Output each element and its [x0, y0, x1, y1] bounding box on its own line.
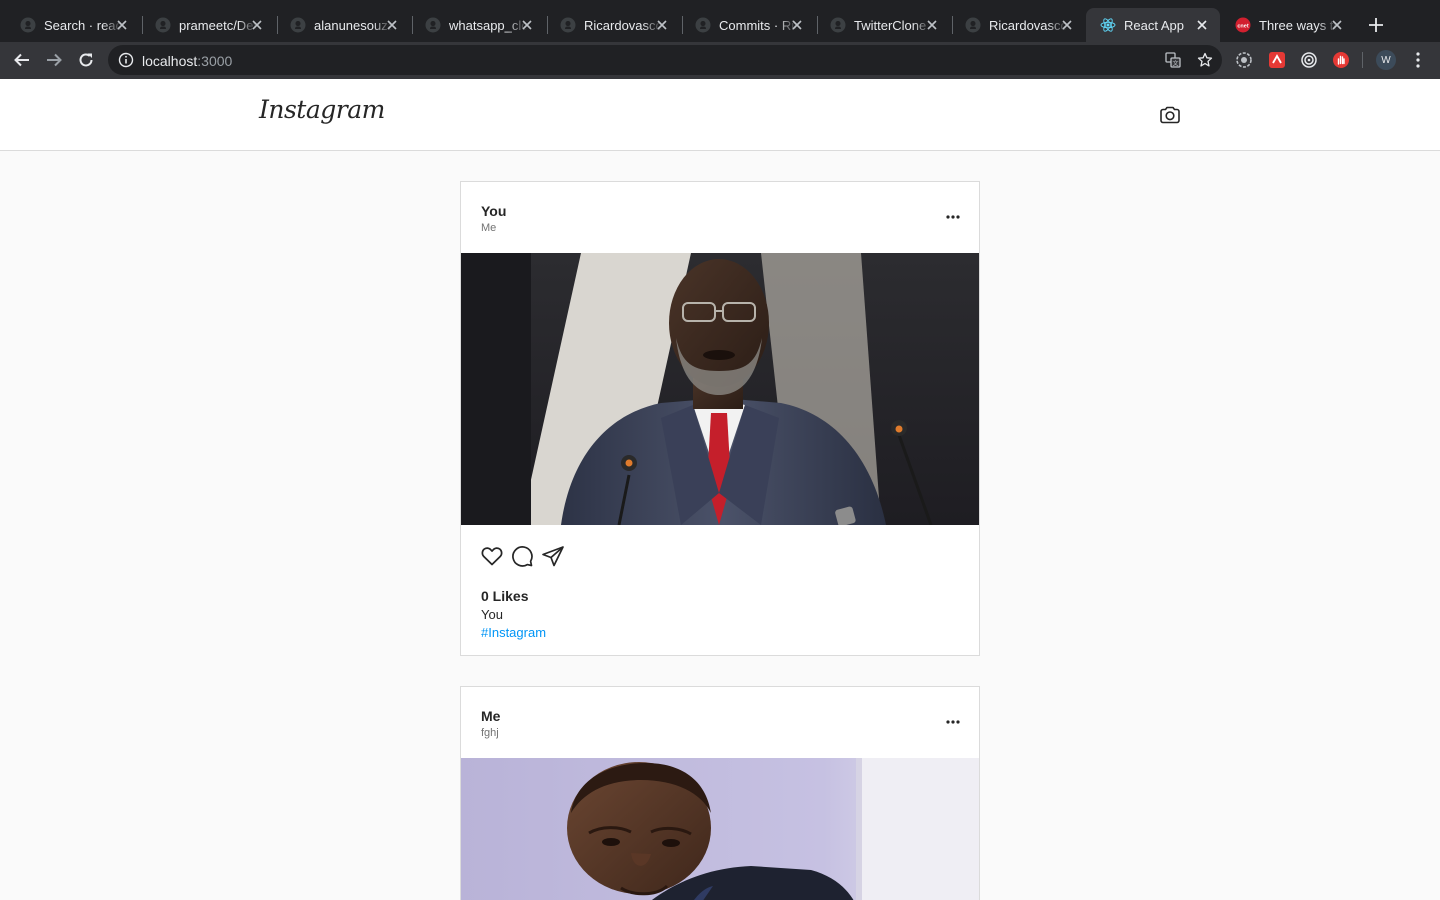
translate-icon[interactable]: 文: [1163, 50, 1183, 70]
tab-prameetc[interactable]: prameetc/Dev: [141, 8, 275, 42]
caption-username[interactable]: You: [481, 607, 503, 622]
tab-title: whatsapp_clone: [449, 17, 527, 33]
more-options-icon[interactable]: [943, 209, 963, 225]
github-icon: [830, 17, 846, 33]
github-icon: [290, 17, 306, 33]
close-icon[interactable]: [384, 17, 400, 33]
forward-button[interactable]: [42, 48, 66, 72]
url-port: :3000: [197, 53, 233, 69]
tab-title: Ricardovasconcelos: [989, 17, 1067, 33]
profile-avatar[interactable]: W: [1376, 50, 1396, 70]
comment-icon[interactable]: [510, 544, 534, 568]
svg-text:文: 文: [1172, 59, 1178, 67]
url-text: localhost:3000: [142, 53, 232, 69]
close-icon[interactable]: [924, 17, 940, 33]
tab-title: Commits · Ricardo: [719, 17, 797, 33]
close-icon[interactable]: [654, 17, 670, 33]
close-icon[interactable]: [519, 17, 535, 33]
github-icon: [560, 17, 576, 33]
close-icon[interactable]: [789, 17, 805, 33]
tab-ricardovasconcelos-2[interactable]: Ricardovasconcelos: [951, 8, 1085, 42]
more-options-icon[interactable]: [943, 714, 963, 730]
post-username[interactable]: Me: [481, 708, 500, 724]
browser-tab-strip: Search · react-instagram prameetc/Dev al…: [0, 0, 1440, 42]
extension-red-icon[interactable]: [1267, 50, 1287, 70]
hashtag-link[interactable]: #Instagram: [481, 625, 546, 640]
tab-ricardovasconcelos-1[interactable]: Ricardovasconcelos: [546, 8, 680, 42]
tab-title: Ricardovasconcelos: [584, 17, 662, 33]
post-location: Me: [481, 222, 497, 234]
extension-gear-icon[interactable]: [1234, 50, 1254, 70]
tab-title: TwitterClone: [854, 17, 927, 33]
close-icon[interactable]: [1329, 17, 1345, 33]
tab-alanunesouza[interactable]: alanunesouza: [276, 8, 410, 42]
svg-text:cnet: cnet: [1237, 24, 1248, 30]
extension-target-icon[interactable]: [1299, 50, 1319, 70]
tab-react-app[interactable]: React App: [1086, 8, 1220, 42]
tab-commits[interactable]: Commits · Ricardo: [681, 8, 815, 42]
share-icon[interactable]: [541, 544, 565, 568]
post-actions: 0 Likes You #Instagram: [461, 525, 979, 640]
post-username[interactable]: You: [481, 203, 506, 219]
github-icon: [155, 17, 171, 33]
tab-title: Search · react-instagram: [44, 17, 122, 33]
post-image: [461, 758, 979, 900]
close-icon[interactable]: [1059, 17, 1075, 33]
tab-title: prameetc/Dev: [179, 17, 257, 33]
app-header: Instagram: [0, 79, 1440, 151]
address-bar[interactable]: localhost:3000 文: [108, 45, 1222, 75]
photo-man-at-podium: [461, 253, 979, 525]
github-icon: [20, 17, 36, 33]
photo-man-in-courtroom: [461, 758, 979, 900]
post-location: fghj: [481, 727, 499, 739]
url-host: localhost: [142, 53, 198, 69]
star-icon[interactable]: [1195, 50, 1215, 70]
close-icon[interactable]: [114, 17, 130, 33]
menu-button[interactable]: [1406, 48, 1430, 72]
tab-twitterclone[interactable]: TwitterClone: [816, 8, 950, 42]
toolbar-divider: [1362, 52, 1363, 68]
close-icon[interactable]: [249, 17, 265, 33]
react-icon: [1100, 17, 1116, 33]
more-vertical-icon: [1416, 52, 1420, 68]
tab-search-react[interactable]: Search · react-instagram: [6, 8, 140, 42]
plus-icon: [1369, 18, 1383, 32]
likes-count: 0 Likes: [481, 588, 529, 604]
tab-title: alanunesouza: [314, 17, 392, 33]
tab-title: Three ways to: [1259, 17, 1337, 33]
camera-icon[interactable]: [1159, 104, 1181, 126]
cnet-icon: cnet: [1235, 17, 1251, 33]
github-icon: [965, 17, 981, 33]
arrow-left-icon: [14, 53, 29, 67]
post-card: You Me 0 Likes You #Instagram: [460, 181, 980, 656]
post-header: You Me: [461, 182, 979, 253]
close-icon[interactable]: [1194, 17, 1210, 33]
tab-three-ways[interactable]: cnet Three ways to: [1221, 8, 1355, 42]
new-tab-button[interactable]: [1366, 15, 1386, 35]
github-icon: [695, 17, 711, 33]
instagram-logo[interactable]: Instagram: [259, 95, 385, 124]
info-icon[interactable]: [118, 52, 134, 68]
arrow-right-icon: [47, 53, 62, 67]
post-card: Me fghj: [460, 686, 980, 900]
tab-whatsapp-clone[interactable]: whatsapp_clone: [411, 8, 545, 42]
browser-toolbar: localhost:3000 文 W: [0, 42, 1440, 79]
extension-hand-icon[interactable]: [1331, 50, 1351, 70]
github-icon: [425, 17, 441, 33]
post-image: [461, 253, 979, 525]
reload-icon: [79, 53, 93, 67]
tab-title: React App: [1124, 17, 1184, 33]
reload-button[interactable]: [74, 48, 98, 72]
post-header: Me fghj: [461, 687, 979, 758]
heart-icon[interactable]: [480, 544, 504, 568]
back-button[interactable]: [10, 48, 34, 72]
